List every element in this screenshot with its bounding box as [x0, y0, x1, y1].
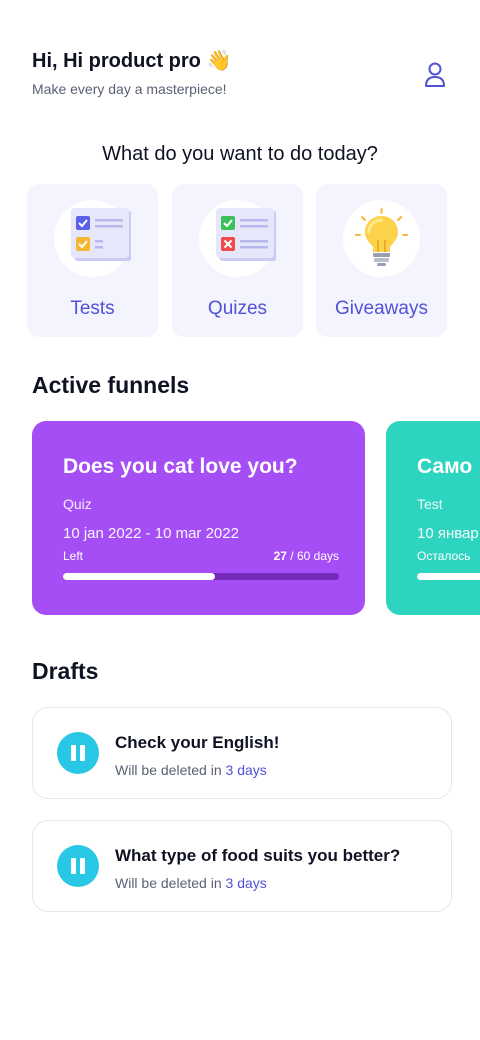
header: Hi, Hi product pro 👋 Make every day a ma… [32, 48, 448, 104]
draft-days: 3 days [225, 762, 267, 778]
draft-title: What type of food suits you better? [115, 846, 401, 865]
funnel-dates: 10 январ [417, 525, 479, 542]
funnel-days: 27 / 60 days [274, 549, 339, 563]
action-cards: Tests Quizes Giveaways [27, 184, 457, 338]
draft-subtitle: Will be deleted in 3 days [115, 762, 267, 778]
action-label: Giveaways [335, 298, 428, 319]
greeting: Hi, Hi product pro 👋 [32, 48, 448, 73]
question-heading: What do you want to do today? [102, 143, 378, 165]
draft-subtitle: Will be deleted in 3 days [115, 875, 267, 891]
funnel-progress-fill [63, 573, 215, 580]
pause-icon[interactable] [57, 845, 99, 887]
action-label: Quizes [207, 298, 268, 319]
funnel-progress-fill [417, 573, 480, 580]
quiz-checklist-icon [216, 208, 276, 261]
funnel-days-total: / 60 days [286, 549, 339, 563]
funnel-progress-track [63, 573, 339, 580]
funnel-title: Само [417, 455, 473, 478]
funnel-type: Test [417, 496, 443, 512]
funnel-left-label: Осталось [417, 549, 471, 563]
action-label: Tests [70, 298, 115, 319]
draft-item[interactable]: Check your English! Will be deleted in 3… [32, 707, 452, 799]
funnel-progress-row: Осталось [417, 549, 480, 563]
action-card-quizes[interactable]: Quizes [172, 184, 303, 337]
draft-subtitle-prefix: Will be deleted in [115, 762, 226, 778]
pause-icon[interactable] [57, 732, 99, 774]
wave-emoji-icon: 👋 [206, 48, 232, 72]
icon-circle [343, 200, 420, 277]
greeting-text: Hi, Hi product pro [32, 50, 201, 72]
funnel-title: Does you cat love you? [63, 455, 298, 478]
draft-subtitle-prefix: Will be deleted in [115, 875, 226, 891]
active-funnels-carousel[interactable]: Does you cat love you? Quiz 10 jan 2022 … [0, 421, 480, 617]
funnel-progress-track [417, 573, 480, 580]
funnel-card[interactable]: Does you cat love you? Quiz 10 jan 2022 … [32, 421, 365, 615]
action-card-giveaways[interactable]: Giveaways [316, 184, 447, 337]
draft-item[interactable]: What type of food suits you better? Will… [32, 820, 452, 912]
icon-circle [199, 200, 276, 277]
draft-title: Check your English! [115, 733, 280, 752]
funnel-days-done: 27 [273, 549, 287, 563]
funnel-card[interactable]: Само Test 10 январ Осталось [386, 421, 480, 615]
action-card-tests[interactable]: Tests [27, 184, 158, 337]
funnel-type: Quiz [63, 496, 92, 512]
funnel-progress-row: Left 27 / 60 days [63, 549, 339, 563]
user-icon [425, 62, 445, 87]
drafts-title: Drafts [32, 658, 99, 684]
draft-days: 3 days [225, 875, 267, 891]
funnel-dates: 10 jan 2022 - 10 mar 2022 [63, 525, 239, 542]
test-checklist-icon [71, 208, 131, 261]
funnel-left-label: Left [63, 549, 84, 563]
profile-button[interactable] [422, 60, 448, 90]
lightbulb-icon [355, 208, 408, 266]
subtitle: Make every day a masterpiece! [32, 81, 227, 97]
icon-circle [54, 200, 131, 277]
active-funnels-title: Active funnels [32, 372, 190, 398]
